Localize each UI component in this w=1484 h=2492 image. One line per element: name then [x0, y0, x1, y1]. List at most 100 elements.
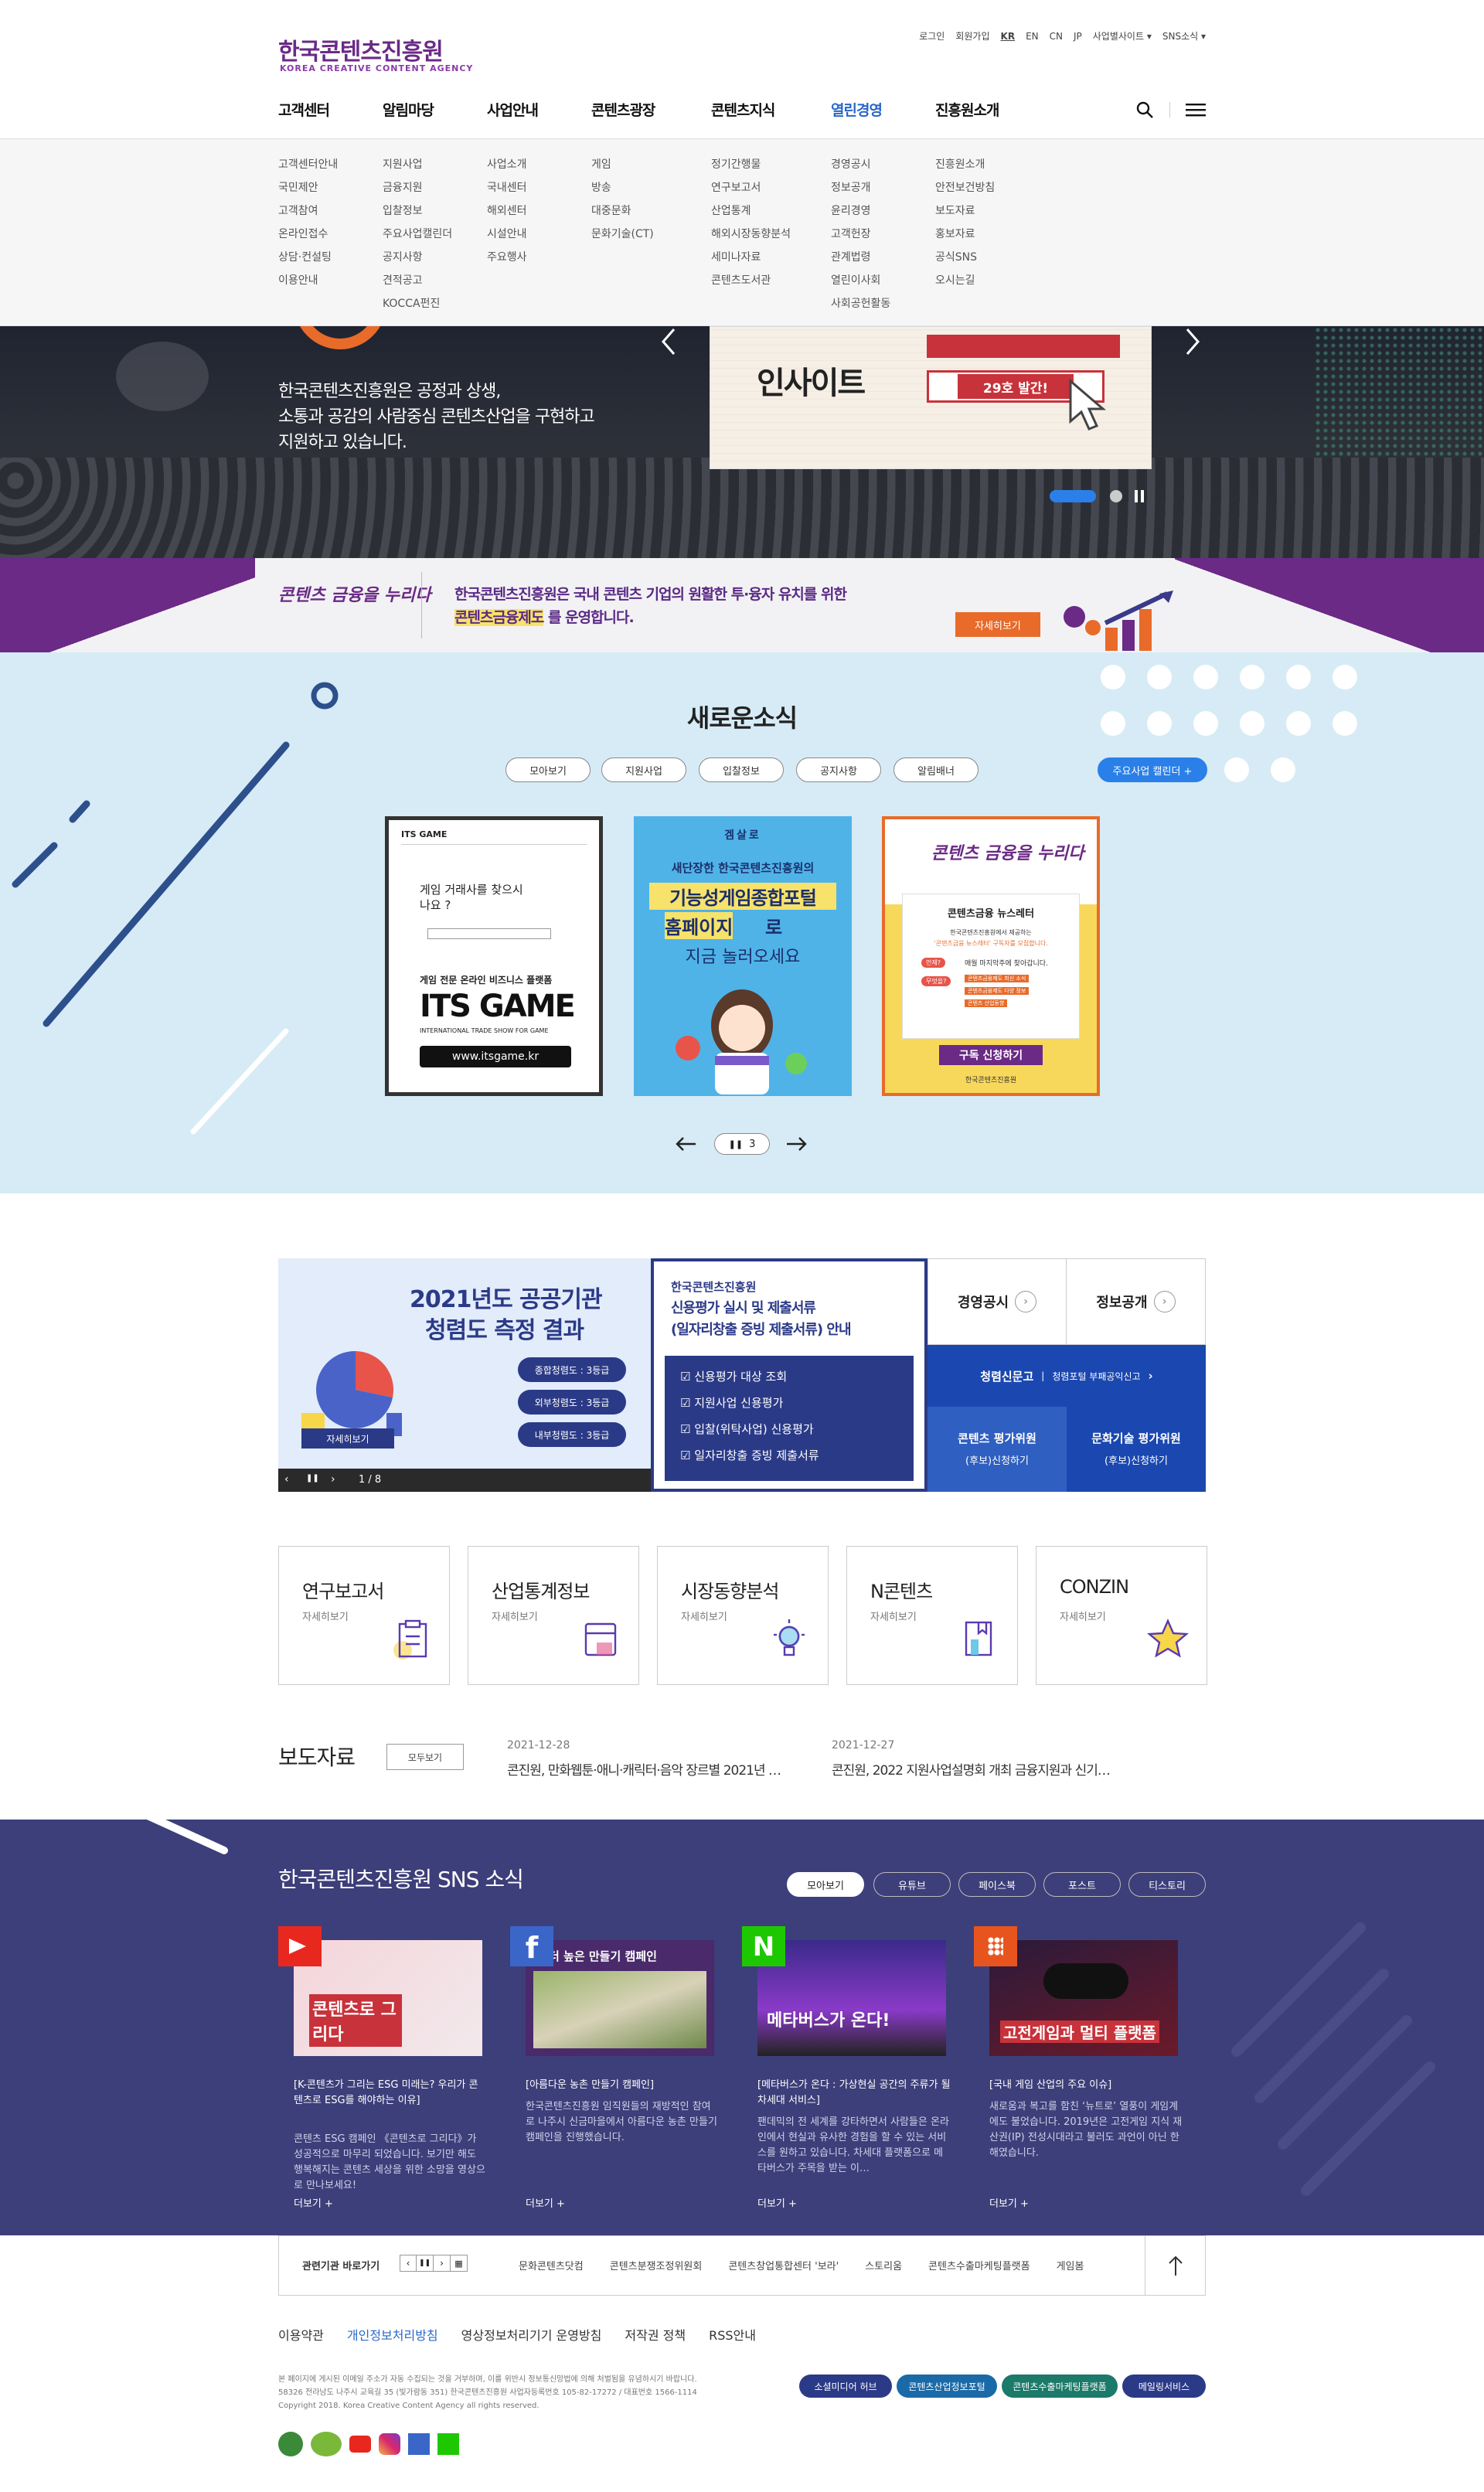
mega-link[interactable]: 금융지원 [383, 176, 452, 199]
news-card-newsletter[interactable]: 콘텐츠 금융을 누리다 콘텐츠금융 뉴스레터 한국콘텐츠진흥원에서 제공하는 ‘… [882, 816, 1100, 1096]
join-link[interactable]: 회원가입 [955, 29, 989, 43]
sns-card-more[interactable]: 더보기 + [526, 2195, 565, 2210]
gnb-open-management[interactable]: 열린경영 [831, 99, 935, 120]
gnb-content-plaza[interactable]: 콘텐츠광장 [591, 99, 711, 120]
instagram-icon[interactable] [379, 2433, 400, 2455]
mega-link[interactable]: 고객센터안내 [278, 153, 338, 176]
sns-card-youtube[interactable]: 콘텐츠로 그리다 [K-콘텐츠가 그리는 ESG 미래는? 우리가 콘텐츠로 E… [278, 1926, 502, 2220]
check-item[interactable]: ☑ 일자리창출 증빙 제출서류 [680, 1447, 819, 1463]
sns-tab-all[interactable]: 모아보기 [787, 1872, 864, 1897]
next-icon[interactable]: › [331, 1473, 335, 1486]
chevron-right-icon[interactable] [1181, 326, 1204, 357]
mega-link[interactable]: 해외시장동향분석 [711, 223, 791, 246]
press-item[interactable]: 2021-12-27 콘진원, 2022 지원사업설명회 개최 금융지원과 신기… [832, 1739, 1111, 1779]
sns-tab-tistory[interactable]: 티스토리 [1128, 1872, 1206, 1897]
prev-icon[interactable]: ‹ [284, 1473, 289, 1486]
check-item[interactable]: ☑ 신용평가 대상 조회 [680, 1368, 787, 1384]
related-link[interactable]: 게임봄 [1057, 2258, 1084, 2272]
mgmt-disclosure-link[interactable]: 경영공시 › [928, 1258, 1067, 1345]
sns-card-tistory[interactable]: 고전게임과 멀티 플랫폼 [국내 게임 산업의 주요 이슈] 새로움과 복고를 … [974, 1926, 1198, 2220]
gnb-notice[interactable]: 알림마당 [383, 99, 487, 120]
hero-dot[interactable] [1110, 490, 1122, 502]
mega-link[interactable]: 지원사업 [383, 153, 452, 176]
mega-link[interactable]: 정보공개 [831, 176, 890, 199]
content-evaluator-link[interactable]: 콘텐츠 평가위원 (후보)신청하기 [928, 1407, 1067, 1492]
mega-link[interactable]: 관계법령 [831, 246, 890, 269]
hero-card-insight[interactable]: 인사이트 29호 발간! [710, 326, 1152, 469]
mega-link[interactable]: 안전보건방침 [935, 176, 995, 199]
mega-link[interactable]: 고객헌장 [831, 223, 890, 246]
related-link[interactable]: 콘텐츠창업통합센터 '보라' [728, 2258, 839, 2272]
login-link[interactable]: 로그인 [919, 29, 945, 43]
mega-link[interactable]: KOCCA펀진 [383, 292, 452, 315]
sns-dropdown[interactable]: SNS소식 ▾ [1162, 29, 1206, 43]
next-icon[interactable]: › [434, 2255, 451, 2272]
mega-link[interactable]: 콘텐츠도서관 [711, 269, 791, 292]
sns-card-facebook[interactable]: 더 높은 만들기 캠페인 f [아름다운 농촌 만들기 캠페인] 한국콘텐츠진흥… [510, 1926, 734, 2220]
pause-icon[interactable] [1133, 490, 1145, 502]
credit-notice[interactable]: 한국콘텐츠진흥원 신용평가 실시 및 제출서류 (일자리창출 증빙 제출서류) … [651, 1258, 928, 1492]
mega-link[interactable]: 방송 [591, 176, 654, 199]
sns-card-more[interactable]: 더보기 + [757, 2195, 797, 2210]
check-item[interactable]: ☑ 입찰(위탁사업) 신용평가 [680, 1421, 814, 1437]
mega-link[interactable]: 대중문화 [591, 199, 654, 223]
mega-link[interactable]: 입찰정보 [383, 199, 452, 223]
check-item[interactable]: ☑ 지원사업 신용평가 [680, 1394, 783, 1411]
press-more-button[interactable]: 모두보기 [386, 1744, 464, 1770]
youtube-icon[interactable] [349, 2436, 371, 2453]
lang-cn[interactable]: CN [1050, 31, 1063, 42]
mega-link[interactable]: 견적공고 [383, 269, 452, 292]
mega-link[interactable]: 온라인접수 [278, 223, 338, 246]
search-icon[interactable] [1135, 100, 1154, 119]
footer-rss[interactable]: RSS안내 [709, 2325, 756, 2344]
pause-icon[interactable]: ❚❚ [417, 2255, 434, 2272]
sns-card-more[interactable]: 더보기 + [294, 2195, 333, 2210]
news-tab-all[interactable]: 모아보기 [505, 757, 591, 782]
mega-link[interactable]: 상담·컨설팅 [278, 246, 338, 269]
sns-card-post[interactable]: 메타버스가 온다! N [메타버스가 온다 : 가상현실 공간의 주류가 될 차… [742, 1926, 966, 2220]
mega-link[interactable]: 윤리경영 [831, 199, 890, 223]
industry-portal-button[interactable]: 콘텐츠산업정보포털 [897, 2375, 997, 2398]
arrow-left-icon[interactable] [676, 1136, 697, 1152]
logo-korean[interactable]: 한국콘텐츠진흥원 [278, 32, 444, 66]
footer-copyright[interactable]: 저작권 정책 [625, 2325, 686, 2344]
integrity-slide[interactable]: 2021년도 공공기관 청렴도 측정 결과 종합청렴도 : 3등급 외부청렴도 … [278, 1258, 651, 1492]
export-platform-button[interactable]: 콘텐츠수출마케팅플랫폼 [1002, 2375, 1118, 2398]
lang-jp[interactable]: JP [1074, 31, 1082, 42]
mega-link[interactable]: 이용안내 [278, 269, 338, 292]
press-item[interactable]: 2021-12-28 콘진원, 만화웹툰·애니·캐릭터·음악 장르별 2021년… [507, 1739, 781, 1779]
footer-privacy[interactable]: 개인정보처리방침 [347, 2325, 438, 2344]
chevron-left-icon[interactable] [657, 326, 680, 357]
gnb-business[interactable]: 사업안내 [487, 99, 591, 120]
footer-terms[interactable]: 이용약관 [278, 2325, 324, 2344]
sns-tab-post[interactable]: 포스트 [1043, 1872, 1121, 1897]
footer-cctv[interactable]: 영상정보처리기기 운영방침 [461, 2325, 602, 2344]
sns-card-more[interactable]: 더보기 + [989, 2195, 1029, 2210]
finance-banner[interactable]: 콘텐츠 금융을 누리다 한국콘텐츠진흥원은 국내 콘텐츠 기업의 원활한 투·융… [0, 558, 1484, 652]
gnb-about[interactable]: 진흥원소개 [935, 99, 1040, 120]
integrity-report-link[interactable]: 청렴신문고 | 청렴포털 부패공익신고 › [928, 1345, 1206, 1407]
naver-icon[interactable] [437, 2433, 459, 2455]
mega-link[interactable]: 주요행사 [487, 246, 527, 269]
mega-link[interactable]: 연구보고서 [711, 176, 791, 199]
hamburger-icon[interactable] [1186, 102, 1206, 117]
mega-link[interactable]: 열린이사회 [831, 269, 890, 292]
grid-icon[interactable]: ▦ [451, 2255, 468, 2272]
gnb-customer[interactable]: 고객센터 [278, 99, 383, 120]
mega-link[interactable]: 정기간행물 [711, 153, 791, 176]
news-tab-banner[interactable]: 알림배너 [893, 757, 979, 782]
scroll-top-button[interactable] [1145, 2236, 1205, 2295]
mega-link[interactable]: 사업소개 [487, 153, 527, 176]
mega-link[interactable]: 진흥원소개 [935, 153, 995, 176]
news-tab-support[interactable]: 지원사업 [601, 757, 686, 782]
mega-link[interactable]: 사회공헌활동 [831, 292, 890, 315]
mega-link[interactable]: 세미나자료 [711, 246, 791, 269]
prev-icon[interactable]: ‹ [400, 2255, 417, 2272]
quick-research-reports[interactable]: 연구보고서 자세히보기 [278, 1546, 450, 1685]
mega-link[interactable]: 국민제안 [278, 176, 338, 199]
related-link[interactable]: 스토리움 [865, 2258, 902, 2272]
news-tab-bid[interactable]: 입찰정보 [699, 757, 784, 782]
info-disclosure-link[interactable]: 정보공개 › [1067, 1258, 1206, 1345]
mega-link[interactable]: 산업통계 [711, 199, 791, 223]
sns-tab-facebook[interactable]: 페이스북 [958, 1872, 1036, 1897]
